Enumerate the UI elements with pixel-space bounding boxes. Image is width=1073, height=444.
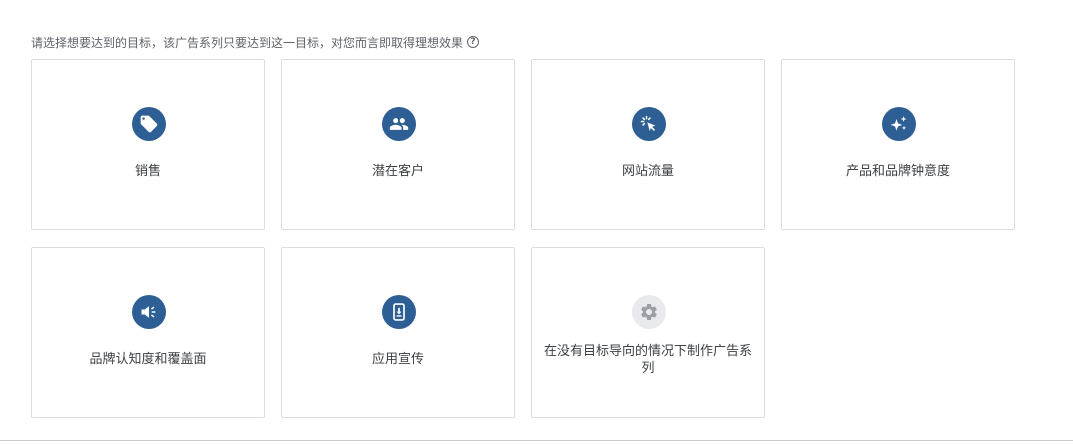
goal-card-app-promotion[interactable]: 应用宣传 (281, 247, 515, 418)
goal-label: 品牌认知度和覆盖面 (89, 352, 207, 367)
goal-card-leads[interactable]: 潜在客户 (281, 59, 515, 230)
goal-instructions-text: 请选择想要达到的目标，该广告系列只要达到这一目标，对您而言即取得理想效果 (31, 35, 464, 50)
gear-icon (632, 295, 666, 329)
phone-download-icon (382, 295, 416, 329)
goal-card-website-traffic[interactable]: 网站流量 (531, 59, 765, 230)
sparkle-icon (882, 107, 916, 141)
goal-card-no-goal[interactable]: 在没有目标导向的情况下制作广告系列 (531, 247, 765, 418)
goal-label: 在没有目标导向的情况下制作广告系列 (543, 344, 752, 376)
goal-label: 产品和品牌钟意度 (845, 164, 950, 179)
people-icon (382, 107, 416, 141)
section-divider (0, 440, 1073, 441)
megaphone-icon (132, 295, 166, 329)
goal-label: 潜在客户 (371, 164, 424, 179)
goal-instructions: 请选择想要达到的目标，该广告系列只要达到这一目标，对您而言即取得理想效果 ? (31, 33, 480, 51)
goal-card-consideration[interactable]: 产品和品牌钟意度 (781, 59, 1015, 230)
goal-label: 应用宣传 (371, 352, 424, 367)
goal-label: 网站流量 (621, 164, 674, 179)
goal-card-sales[interactable]: 销售 (31, 59, 265, 230)
goal-label: 销售 (134, 164, 161, 179)
help-icon[interactable]: ? (467, 36, 480, 48)
tag-icon (132, 107, 166, 141)
goal-card-awareness[interactable]: 品牌认知度和覆盖面 (31, 247, 265, 418)
cursor-click-icon (632, 107, 666, 141)
